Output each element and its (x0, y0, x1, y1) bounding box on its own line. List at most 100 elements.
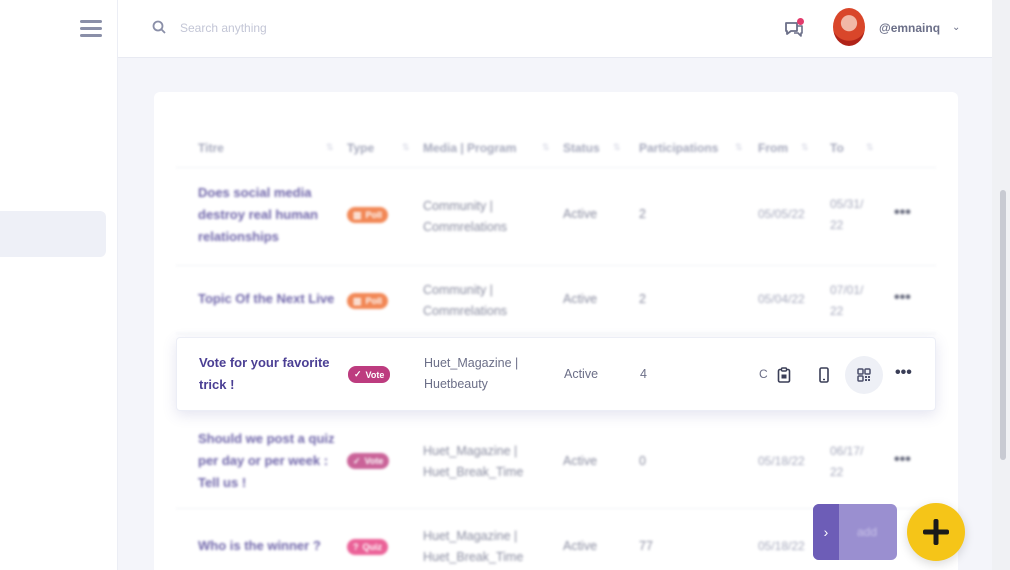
media-line: Huet_Break_Time (423, 550, 524, 564)
column-header-participations[interactable]: Participations (639, 141, 718, 155)
table-header: Titre ⇅ Type ⇅ Media | Program ⇅ Status … (176, 138, 936, 168)
polls-table-card: Titre ⇅ Type ⇅ Media | Program ⇅ Status … (154, 92, 958, 570)
sidebar-item-active[interactable] (0, 211, 106, 257)
type-badge-vote: ✓ Vote (347, 453, 390, 469)
to-date-line: 05/31/ (830, 197, 864, 211)
to-date-line: 07/01/ (830, 283, 864, 297)
sort-icon[interactable]: ⇅ (801, 142, 809, 153)
column-header-from[interactable]: From (758, 141, 788, 155)
sort-icon[interactable]: ⇅ (735, 142, 743, 153)
top-bar: @emnainq ⌄ (118, 0, 992, 58)
media-line: Community | (423, 283, 493, 297)
status-text: Active (564, 367, 599, 381)
column-header-to[interactable]: To (830, 141, 844, 155)
sidebar (0, 0, 118, 570)
username[interactable]: @emnainq (879, 21, 940, 35)
column-header-titre[interactable]: Titre (198, 141, 224, 155)
status-text: Active (563, 539, 598, 553)
table-row[interactable]: Should we post a quiz per day or per wee… (176, 417, 936, 509)
poll-icon: ▥ (353, 295, 362, 306)
column-header-media[interactable]: Media | Program (423, 141, 516, 155)
clipboard-icon[interactable] (773, 364, 795, 386)
notification-badge (797, 18, 804, 25)
from-date: 05/04/22 (758, 292, 805, 306)
column-header-status[interactable]: Status (563, 141, 600, 155)
table-row[interactable]: Topic Of the Next Live ▥ Poll Community |… (176, 266, 936, 334)
mobile-icon[interactable] (813, 364, 835, 386)
media-line: Commrelations (423, 304, 508, 318)
check-icon: ✓ (354, 369, 362, 379)
participations-count: 2 (639, 292, 646, 306)
more-options-icon[interactable]: ••• (894, 204, 911, 222)
question-icon: ? (353, 542, 359, 552)
media-line: Huet_Break_Time (423, 465, 524, 479)
type-label: Poll (365, 210, 383, 220)
participations-count: 77 (639, 539, 653, 553)
sort-icon[interactable]: ⇅ (326, 142, 334, 153)
avatar[interactable] (833, 8, 865, 46)
sort-icon[interactable]: ⇅ (542, 142, 550, 153)
to-date-line: 22 (830, 304, 844, 318)
sort-icon[interactable]: ⇅ (866, 142, 874, 153)
from-date: 05/18/22 (758, 454, 805, 468)
search-icon (152, 20, 166, 34)
more-options-icon[interactable]: ••• (894, 451, 911, 469)
more-options-icon[interactable]: ••• (894, 289, 911, 307)
row-title-line: Does social media (198, 185, 312, 200)
media-line: Community | (423, 199, 493, 213)
more-options-icon[interactable]: ••• (895, 364, 912, 382)
row-title-line: Vote for your favorite (199, 355, 330, 370)
table-row-highlighted[interactable]: Vote for your favorite trick ! ✓ Vote Hue… (176, 337, 936, 411)
type-badge-vote: ✓ Vote (348, 366, 391, 383)
table-row[interactable]: Does social media destroy real human rel… (176, 170, 936, 266)
expand-arrow-icon[interactable]: › (813, 504, 839, 560)
row-title-line: per day or per week : (198, 453, 329, 468)
type-badge-poll: ▥ Poll (347, 293, 389, 309)
qr-code-icon[interactable] (845, 356, 883, 394)
add-panel: › add (813, 504, 897, 560)
add-panel-label: add (857, 525, 878, 539)
sort-icon[interactable]: ⇅ (613, 142, 621, 153)
type-label: Vote (364, 456, 384, 466)
status-text: Active (563, 292, 598, 306)
participations-count: 4 (640, 367, 647, 381)
sort-icon[interactable]: ⇅ (402, 142, 410, 153)
row-title-line: relationships (198, 229, 279, 244)
chevron-down-icon[interactable]: ⌄ (952, 22, 960, 33)
media-line: Huetbeauty (424, 377, 488, 391)
status-text: Active (563, 207, 598, 221)
check-icon: ✓ (353, 455, 361, 466)
to-date-line: 22 (830, 465, 844, 479)
column-header-type[interactable]: Type (347, 141, 374, 155)
search-input[interactable] (180, 16, 480, 40)
participations-count: 2 (639, 207, 646, 221)
plus-icon (923, 519, 949, 545)
poll-icon: ▥ (353, 209, 362, 220)
add-button[interactable] (907, 503, 965, 561)
status-text: Active (563, 454, 598, 468)
row-title-line: Should we post a quiz (198, 431, 335, 446)
type-label: Quiz (362, 542, 383, 552)
chat-notification-icon[interactable] (782, 16, 806, 40)
from-date: C (759, 367, 768, 381)
row-title-line: Tell us ! (198, 475, 247, 490)
scrollbar-thumb[interactable] (1000, 190, 1006, 460)
from-date: 05/18/22 (758, 539, 805, 553)
menu-icon[interactable] (80, 20, 102, 38)
row-title-line: Topic Of the Next Live (198, 291, 335, 306)
participations-count: 0 (639, 454, 646, 468)
type-badge-poll: ▥ Poll (347, 207, 389, 223)
from-date: 05/05/22 (758, 207, 805, 221)
media-line: Commrelations (423, 220, 508, 234)
type-badge-quiz: ? Quiz (347, 539, 388, 555)
row-title-line: trick ! (199, 377, 235, 392)
media-line: Huet_Magazine | (423, 529, 518, 543)
to-date-line: 06/17/ (830, 444, 864, 458)
row-title-line: destroy real human (198, 207, 318, 222)
type-label: Poll (365, 296, 383, 306)
row-title-line: Who is the winner ? (198, 538, 321, 553)
to-date-line: 22 (830, 218, 844, 232)
type-label: Vote (365, 369, 385, 380)
media-line: Huet_Magazine | (423, 444, 518, 458)
media-line: Huet_Magazine | (424, 356, 519, 370)
